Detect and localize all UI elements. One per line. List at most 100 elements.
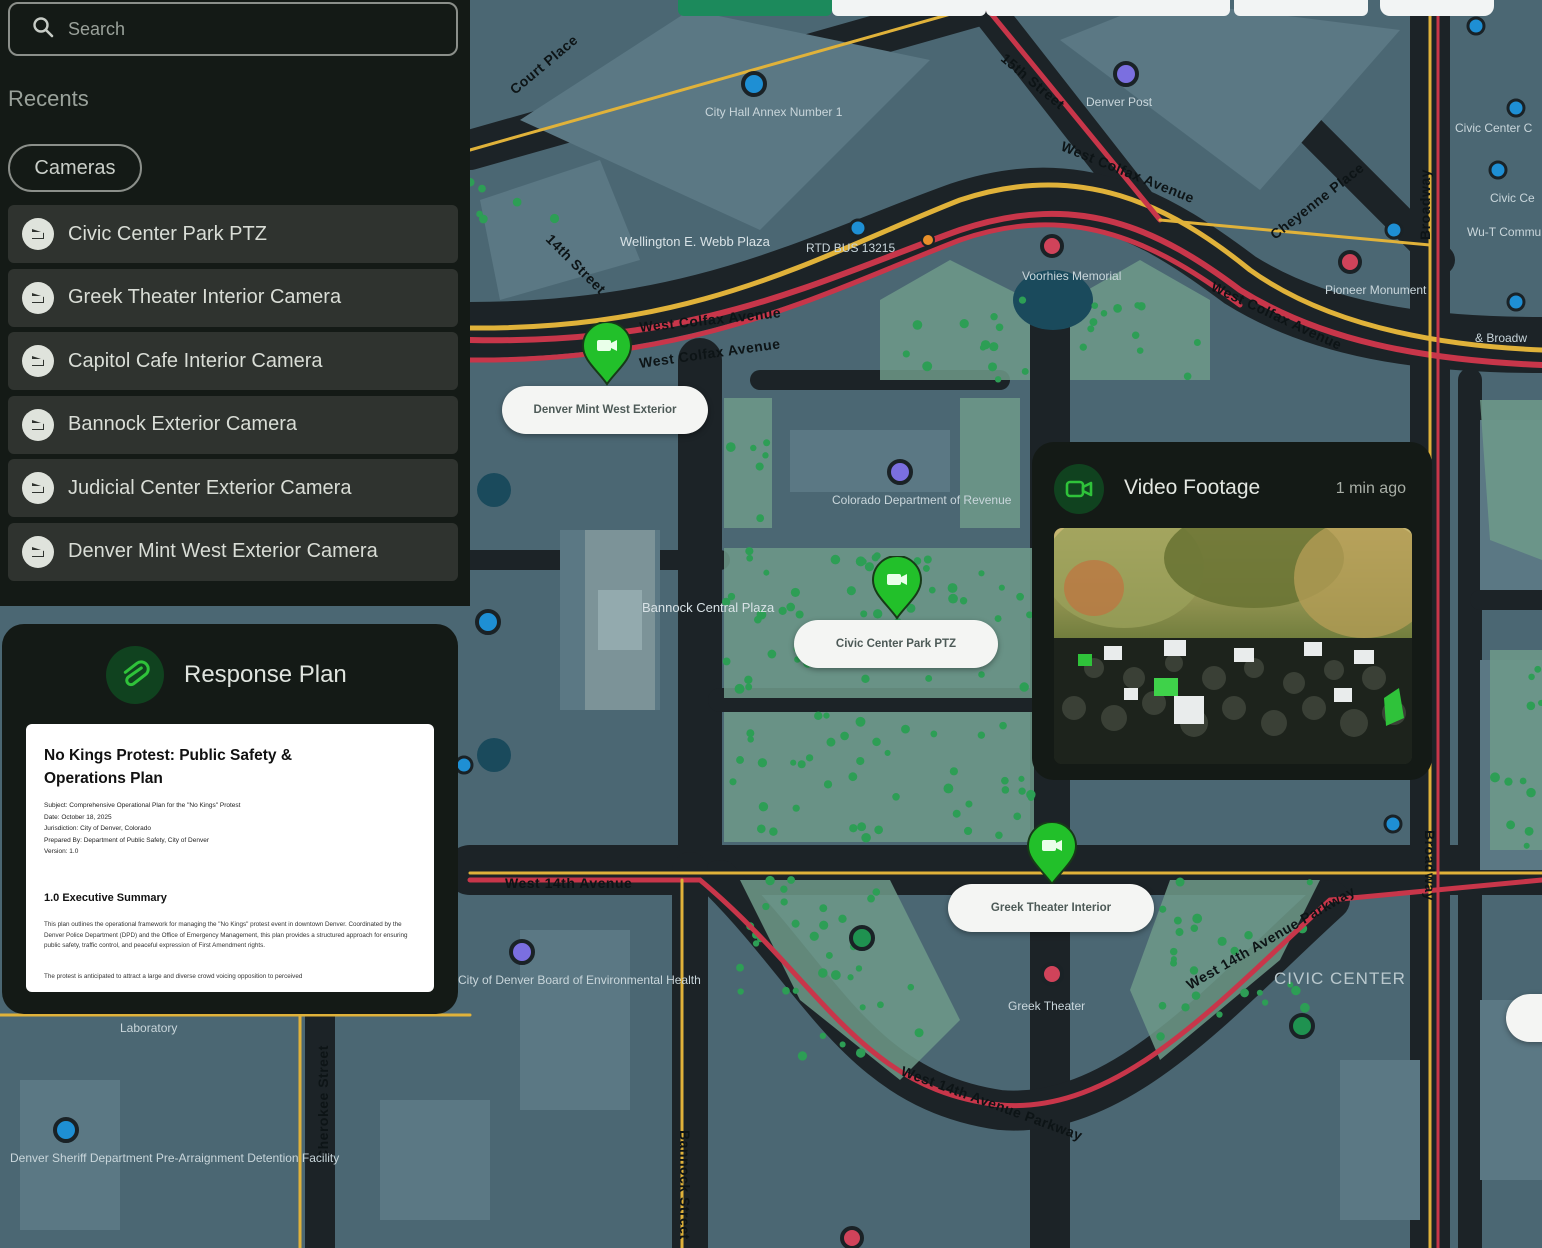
- tree-icon: [959, 319, 969, 329]
- camera-list-item[interactable]: Greek Theater Interior Camera: [8, 268, 458, 327]
- response-plan-card[interactable]: Response Plan No Kings Protest: Public S…: [2, 624, 458, 1014]
- tree-icon: [1019, 682, 1029, 692]
- tree-icon: [1191, 991, 1201, 1000]
- tree-icon: [1183, 372, 1192, 381]
- camera-list-item[interactable]: Bannock Exterior Camera: [8, 395, 458, 454]
- tree-icon: [722, 657, 731, 666]
- tree-icon: [923, 555, 932, 564]
- camera-label-pill[interactable]: Denver Mint West Exterior: [502, 386, 708, 434]
- toolbar-button[interactable]: [832, 0, 986, 16]
- tree-icon: [790, 587, 800, 597]
- camera-marker[interactable]: [581, 321, 633, 386]
- plan-document-preview[interactable]: No Kings Protest: Public Safety & Operat…: [26, 724, 434, 992]
- tree-icon: [1526, 701, 1536, 711]
- tree-icon: [846, 586, 856, 596]
- camera-label-pill[interactable]: Greek Theater Interior: [948, 884, 1154, 932]
- tree-icon: [512, 197, 522, 207]
- tree-icon: [978, 570, 985, 577]
- camera-label-pill[interactable]: Civic Center Park PTZ: [794, 620, 998, 668]
- poi-icon: [53, 1117, 79, 1143]
- tree-icon: [872, 737, 881, 747]
- tree-icon: [1175, 877, 1185, 887]
- tree-icon: [856, 756, 865, 766]
- poi-icon: [1506, 98, 1526, 118]
- tree-icon: [762, 902, 770, 911]
- tree-icon: [947, 583, 958, 593]
- tree-icon: [1091, 302, 1099, 309]
- tree-icon: [787, 876, 795, 884]
- tree-icon: [825, 952, 833, 959]
- tree-icon: [907, 983, 915, 991]
- tree-icon: [1300, 1002, 1310, 1013]
- tree-icon: [826, 737, 836, 747]
- tree-icon: [849, 824, 858, 833]
- tree-icon: [855, 556, 866, 567]
- tree-icon: [952, 809, 961, 818]
- place-label: Denver Post: [1086, 95, 1153, 109]
- camera-list-item[interactable]: Capitol Cafe Interior Camera: [8, 332, 458, 390]
- video-footage-card[interactable]: Video Footage 1 min ago: [1032, 442, 1432, 780]
- tree-icon: [855, 716, 866, 727]
- camera-list: Civic Center Park PTZ Greek Theater Inte…: [8, 205, 458, 586]
- place-label: Civic Center C: [1455, 121, 1533, 135]
- cameras-filter-chip[interactable]: Cameras: [8, 144, 142, 192]
- camera-list-item[interactable]: Civic Center Park PTZ: [8, 205, 458, 263]
- street-label: Bannock Street: [677, 1130, 693, 1240]
- poi-icon: [1289, 1013, 1315, 1039]
- tree-icon: [763, 569, 770, 576]
- toolbar-button[interactable]: [986, 0, 1230, 16]
- poi-icon: [1113, 61, 1139, 87]
- camera-list-item[interactable]: Judicial Center Exterior Camera: [8, 459, 458, 517]
- tree-icon: [867, 894, 875, 903]
- tree-icon: [912, 320, 923, 330]
- poi-icon: [454, 755, 474, 775]
- document-section-heading: 1.0 Executive Summary: [44, 892, 167, 904]
- place-label: CIVIC CENTER: [1274, 969, 1406, 988]
- meta-prepared-by: Prepared By: Department of Public Safety…: [44, 836, 209, 844]
- tree-icon: [1256, 989, 1263, 996]
- place-label: & Broadw: [1475, 331, 1527, 345]
- tree-icon: [745, 547, 754, 556]
- tree-icon: [1534, 665, 1542, 673]
- tree-icon: [860, 610, 868, 618]
- camera-marker[interactable]: [1026, 821, 1078, 886]
- place-label: City Hall Annex Number 1: [705, 105, 843, 119]
- tree-icon: [840, 731, 849, 741]
- place-label: RTD BUS 13215: [806, 241, 895, 255]
- tree-icon: [884, 749, 891, 756]
- tree-icon: [744, 675, 753, 685]
- meta-subject: Subject: Comprehensive Operational Plan …: [44, 802, 241, 809]
- tree-icon: [1193, 339, 1201, 346]
- tree-icon: [861, 674, 870, 684]
- poi-icon: [1383, 814, 1403, 834]
- place-label: Wellington E. Webb Plaza: [620, 234, 771, 249]
- tree-icon: [1021, 368, 1029, 375]
- poi-icon: [1338, 250, 1362, 274]
- toolbar-button[interactable]: [1234, 0, 1368, 16]
- toolbar-button[interactable]: [1380, 0, 1494, 16]
- tree-icon: [872, 888, 881, 896]
- poi-icon: [887, 459, 913, 485]
- camera-marker[interactable]: [871, 555, 923, 620]
- video-thumbnail[interactable]: [1054, 528, 1412, 764]
- camera-icon: [22, 345, 54, 377]
- toolbar-button[interactable]: [678, 0, 832, 16]
- search-input[interactable]: [66, 17, 430, 41]
- tree-icon: [791, 919, 800, 928]
- tree-icon: [848, 772, 858, 782]
- place-label: Wu-T Commun Gravel: [1467, 225, 1542, 239]
- camera-list-item[interactable]: Denver Mint West Exterior Camera: [8, 522, 458, 581]
- tree-icon: [930, 730, 938, 738]
- poi-icon: [1488, 160, 1508, 180]
- tree-icon: [805, 754, 814, 762]
- search-bar[interactable]: [8, 2, 458, 56]
- tree-icon: [1079, 343, 1087, 351]
- tree-icon: [819, 1032, 827, 1040]
- tree-icon: [1261, 999, 1269, 1006]
- tree-icon: [823, 712, 830, 719]
- tree-icon: [1158, 1001, 1167, 1010]
- camera-icon: [22, 408, 54, 441]
- poi-icon: [849, 925, 875, 951]
- tree-icon: [999, 721, 1007, 730]
- video-timestamp: 1 min ago: [1335, 480, 1406, 497]
